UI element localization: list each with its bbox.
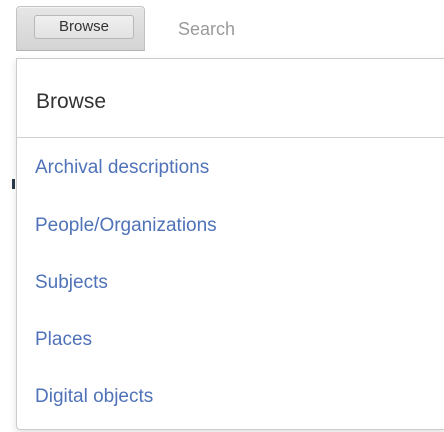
- menu-list: Archival descriptions People/Organizatio…: [17, 138, 444, 425]
- menu-item-people-organizations[interactable]: People/Organizations: [17, 197, 444, 254]
- menu-item-subjects[interactable]: Subjects: [17, 254, 444, 311]
- menu-item-digital-objects[interactable]: Digital objects: [17, 368, 444, 425]
- browse-dropdown-menu: Browse Archival descriptions People/Orga…: [16, 58, 444, 430]
- top-bar: Browse: [0, 0, 444, 58]
- page: Browse Browse Archival descriptions Peop…: [0, 0, 444, 432]
- menu-header: Browse: [17, 59, 444, 138]
- browse-button-label[interactable]: Browse: [34, 15, 134, 39]
- browse-menu-button[interactable]: Browse: [16, 6, 145, 51]
- menu-item-places[interactable]: Places: [17, 311, 444, 368]
- background-edge-mark: [12, 179, 15, 189]
- search-input[interactable]: [162, 8, 444, 50]
- menu-item-archival-descriptions[interactable]: Archival descriptions: [17, 138, 444, 197]
- menu-title: Browse: [36, 90, 107, 113]
